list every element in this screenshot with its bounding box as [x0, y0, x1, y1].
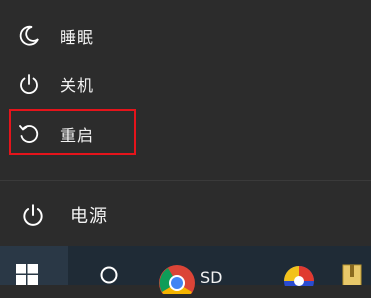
start-button[interactable] — [0, 246, 68, 285]
power-icon — [16, 71, 42, 97]
power-menu: 睡眠 关机 重启 电源 — [0, 0, 371, 246]
shutdown-menu-item[interactable]: 关机 — [0, 64, 180, 104]
search-icon[interactable] — [98, 266, 120, 289]
chrome-icon[interactable] — [158, 264, 196, 298]
windows-logo-icon — [16, 264, 38, 289]
shutdown-label: 关机 — [60, 76, 95, 95]
power-button[interactable]: 电源 — [0, 193, 371, 237]
power-button-label: 电源 — [70, 206, 108, 227]
app-icon[interactable] — [282, 264, 316, 296]
power-icon — [20, 202, 46, 228]
menu-divider — [0, 180, 371, 181]
sleep-label: 睡眠 — [60, 28, 95, 47]
archive-icon[interactable] — [340, 263, 364, 289]
chrome-window-label: SD — [200, 268, 223, 287]
sleep-menu-item[interactable]: 睡眠 — [0, 16, 180, 56]
taskbar: SD — [0, 246, 371, 298]
restart-highlight-box — [9, 109, 136, 155]
moon-icon — [16, 23, 42, 49]
